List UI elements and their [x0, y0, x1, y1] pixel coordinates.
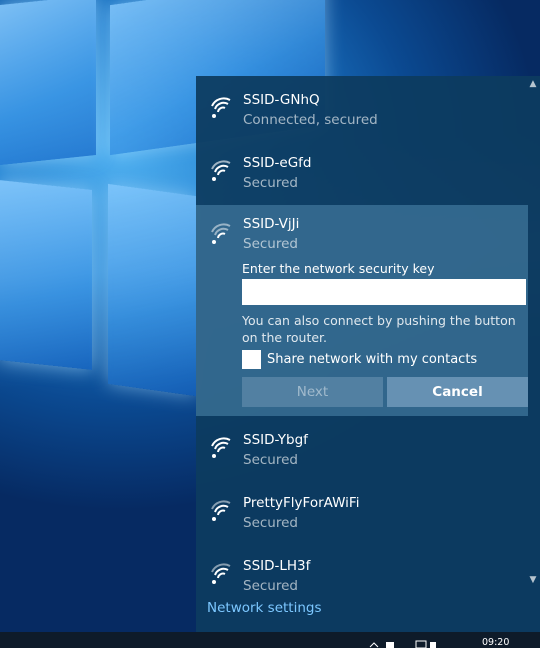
wifi-signal-icon: [211, 563, 231, 584]
network-ssid: PrettyFlyForAWiFi: [243, 495, 360, 511]
network-ssid: SSID-VjJi: [243, 216, 300, 232]
network-status: Connected, secured: [243, 112, 378, 128]
wifi-signal-icon: [211, 160, 231, 181]
wps-hint-text: You can also connect by pushing the butt…: [242, 313, 516, 345]
network-status: Secured: [243, 452, 298, 468]
network-ssid: SSID-eGfd: [243, 155, 312, 171]
network-item[interactable]: SSID-GNhQ Connected, secured: [196, 79, 528, 142]
wifi-signal-icon: [211, 97, 231, 118]
network-item[interactable]: SSID-Ybgf Secured: [196, 419, 528, 482]
network-item[interactable]: SSID-LH3f Secured: [196, 545, 528, 608]
network-item[interactable]: PrettyFlyForAWiFi Secured: [196, 482, 528, 545]
security-key-label: Enter the network security key: [242, 261, 435, 276]
network-status: Secured: [243, 578, 298, 594]
wifi-signal-icon: [211, 437, 231, 458]
share-network-row[interactable]: Share network with my contacts: [242, 349, 477, 369]
wifi-flyout: SSID-GNhQ Connected, secured SSID-eGfd S…: [196, 76, 540, 632]
wifi-signal-icon: [211, 500, 231, 521]
flyout-scrollbar[interactable]: ▲ ▼: [528, 76, 540, 596]
network-ssid: SSID-LH3f: [243, 558, 311, 574]
network-status: Secured: [243, 175, 298, 191]
security-key-input[interactable]: [242, 279, 526, 305]
network-ssid: SSID-Ybgf: [243, 432, 308, 448]
wallpaper-window-pane: [108, 183, 196, 397]
wallpaper-window-pane: [0, 0, 96, 166]
network-status: Secured: [243, 236, 298, 252]
network-ssid: SSID-GNhQ: [243, 92, 320, 108]
share-network-checkbox[interactable]: [242, 349, 261, 369]
wallpaper-window-pane: [0, 180, 92, 370]
taskbar-clock[interactable]: 09:20: [482, 637, 509, 648]
cancel-button[interactable]: Cancel: [387, 377, 528, 407]
network-status: Secured: [243, 515, 298, 531]
share-network-label: Share network with my contacts: [267, 351, 478, 367]
scroll-up-icon[interactable]: ▲: [529, 80, 537, 89]
network-item[interactable]: SSID-eGfd Secured: [196, 142, 528, 205]
next-button[interactable]: Next: [242, 377, 383, 407]
scroll-down-icon[interactable]: ▼: [529, 576, 537, 585]
system-tray-icons[interactable]: [368, 640, 468, 648]
network-item-expanded[interactable]: SSID-VjJi Secured Enter the network secu…: [196, 205, 528, 416]
wifi-signal-icon: [211, 223, 231, 244]
network-settings-link[interactable]: Network settings: [207, 600, 322, 616]
